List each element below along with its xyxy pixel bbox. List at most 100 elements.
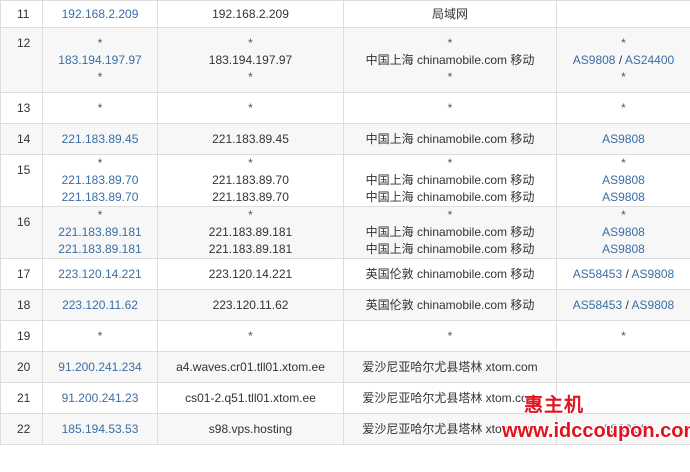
- asn-separator: /: [615, 52, 625, 67]
- ip-address-cell: * 221.183.89.70 221.183.89.70: [42, 154, 158, 207]
- asn-line: *: [557, 35, 690, 52]
- hostname-text: 223.120.14.221: [208, 266, 293, 281]
- ip-address-text: *: [97, 35, 103, 50]
- asn-link[interactable]: AS3214: [602, 422, 645, 436]
- table-row: 15 * 221.183.89.70 221.183.89.70 * 221.183.89…: [0, 154, 690, 207]
- asn-link[interactable]: AS9808: [602, 242, 645, 256]
- asn-link[interactable]: AS9808: [602, 173, 645, 187]
- location-cell: 局域网: [343, 0, 557, 28]
- ip-address-cell: *: [42, 320, 158, 352]
- hostname-text: 183.194.197.97: [208, 52, 293, 67]
- location-text: 英国伦敦 chinamobile.com 移动: [365, 266, 535, 281]
- asn-line: *: [557, 100, 690, 117]
- asn-link[interactable]: AS9808: [602, 225, 645, 239]
- ip-address-text[interactable]: 185.194.53.53: [43, 421, 157, 438]
- asn-link[interactable]: AS9808: [573, 53, 616, 67]
- ip-address-cell: 185.194.53.53: [42, 413, 158, 445]
- asn-cell: *: [556, 320, 690, 352]
- table-row: 18 223.120.11.62 223.120.11.62 英国伦敦 chinamo…: [0, 289, 690, 321]
- location-text: 中国上海 chinamobile.com 移动: [365, 52, 535, 67]
- asn-line: AS9808: [557, 172, 690, 189]
- table-row: 22 185.194.53.53 s98.vps.hosting 爱沙尼亚哈尔尤县塔林…: [0, 413, 690, 445]
- asn-link[interactable]: AS58453: [573, 298, 622, 312]
- ip-address-text[interactable]: 221.183.89.181: [43, 224, 157, 241]
- hostname-text: s98.vps.hosting: [208, 421, 293, 436]
- location-text: *: [447, 328, 453, 343]
- hop-number: 11: [0, 0, 43, 28]
- ip-address-text[interactable]: 183.194.197.97: [43, 52, 157, 69]
- hostname-cell: * 221.183.89.70 221.183.89.70: [157, 154, 344, 207]
- table-row: 12 * 183.194.197.97 * * 183.194.197.97 * * 中国上海 …: [0, 27, 690, 93]
- asn-line: *: [557, 155, 690, 172]
- asn-line: AS3214: [557, 421, 690, 438]
- hostname-text: *: [248, 208, 253, 222]
- asn-link[interactable]: AS9808: [632, 267, 675, 281]
- table-row: 20 91.200.241.234 a4.waves.cr01.tll01.xtom…: [0, 351, 690, 383]
- hop-number: 12: [0, 27, 43, 93]
- asn-link[interactable]: AS58453: [573, 267, 622, 281]
- asn-line: AS9808: [557, 224, 690, 241]
- ip-address-text[interactable]: 221.183.89.181: [43, 241, 157, 258]
- asn-unknown: *: [621, 208, 626, 222]
- hostname-text: 221.183.89.45: [212, 131, 289, 146]
- location-cell: 爱沙尼亚哈尔尤县塔林 xtom.com: [343, 351, 557, 383]
- location-cell: * 中国上海 chinamobile.com 移动 中国上海 chinamobile…: [343, 206, 557, 259]
- asn-link[interactable]: AS9808: [602, 190, 645, 204]
- hostname-text: 221.183.89.181: [208, 225, 293, 239]
- asn-line: AS9808: [557, 189, 690, 206]
- ip-address-text[interactable]: 221.183.89.70: [43, 189, 157, 206]
- hostname-text: a4.waves.cr01.tll01.xtom.ee: [176, 359, 325, 374]
- ip-address-cell: 91.200.241.234: [42, 351, 158, 383]
- location-text: 爱沙尼亚哈尔尤县塔林 xtom.com: [362, 421, 538, 436]
- location-text: *: [447, 35, 453, 50]
- asn-link[interactable]: AS24400: [625, 53, 674, 67]
- hostname-text: *: [248, 69, 253, 84]
- asn-cell: [556, 0, 690, 28]
- hostname-text: 221.183.89.70: [212, 173, 289, 187]
- hop-number: 21: [0, 382, 43, 414]
- ip-address-text[interactable]: 223.120.14.221: [43, 266, 157, 283]
- asn-cell: AS58453 / AS9808: [556, 289, 690, 321]
- ip-address-cell: 223.120.14.221: [42, 258, 158, 290]
- hostname-text: 221.183.89.70: [212, 190, 289, 204]
- asn-link[interactable]: AS9808: [632, 298, 675, 312]
- asn-line: *: [557, 328, 690, 345]
- location-cell: *: [343, 92, 557, 124]
- hostname-text: 221.183.89.181: [208, 242, 293, 256]
- location-text: *: [447, 100, 453, 115]
- hostname-text: *: [248, 328, 253, 343]
- asn-cell: AS9808: [556, 123, 690, 155]
- asn-line: AS9808 / AS24400: [557, 52, 690, 69]
- asn-separator: /: [622, 297, 632, 312]
- location-text: 中国上海 chinamobile.com 移动: [365, 242, 535, 256]
- hostname-text: 192.168.2.209: [212, 6, 289, 21]
- hostname-cell: a4.waves.cr01.tll01.xtom.ee: [157, 351, 344, 383]
- location-cell: 爱沙尼亚哈尔尤县塔林 xtom.com: [343, 413, 557, 445]
- table-row: 17 223.120.14.221 223.120.14.221 英国伦敦 china…: [0, 258, 690, 290]
- ip-address-cell: * 183.194.197.97 *: [42, 27, 158, 93]
- ip-address-text: *: [97, 328, 103, 343]
- ip-address-text[interactable]: 223.120.11.62: [43, 297, 157, 314]
- hostname-cell: *: [157, 92, 344, 124]
- asn-separator: /: [622, 266, 632, 281]
- hostname-cell: *: [157, 320, 344, 352]
- asn-link[interactable]: AS9808: [602, 132, 645, 146]
- location-cell: *: [343, 320, 557, 352]
- hop-number: 16: [0, 206, 43, 259]
- ip-address-text[interactable]: 221.183.89.70: [43, 172, 157, 189]
- ip-address-text[interactable]: 91.200.241.234: [43, 359, 157, 376]
- asn-line: AS58453 / AS9808: [557, 266, 690, 283]
- ip-address-cell: *: [42, 92, 158, 124]
- ip-address-text[interactable]: 91.200.241.23: [43, 390, 157, 407]
- ip-address-text[interactable]: 221.183.89.45: [43, 131, 157, 148]
- asn-line: AS9808: [557, 241, 690, 258]
- hostname-cell: 192.168.2.209: [157, 0, 344, 28]
- ip-address-text: *: [97, 100, 103, 115]
- asn-line: AS9808: [557, 131, 690, 148]
- hop-number: 19: [0, 320, 43, 352]
- ip-address-text[interactable]: 192.168.2.209: [43, 6, 157, 23]
- location-text: 局域网: [431, 6, 468, 21]
- ip-address-cell: 223.120.11.62: [42, 289, 158, 321]
- asn-unknown: *: [621, 156, 626, 170]
- ip-address-cell: * 221.183.89.181 221.183.89.181: [42, 206, 158, 259]
